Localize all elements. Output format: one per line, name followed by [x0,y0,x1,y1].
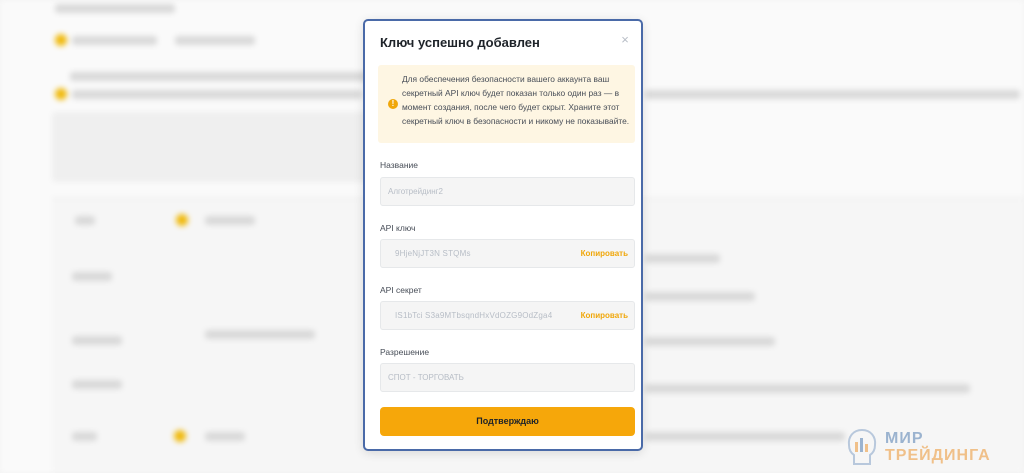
bg-radio-label [72,36,157,45]
bg-radio-label [175,36,255,45]
brain-candles-icon [847,428,877,465]
bg-info-panel [52,112,382,182]
bg-table-cell [645,432,845,441]
bg-checkbox-icon [55,88,67,100]
name-value: Алготрейдинг2 [388,187,443,196]
bg-radio-icon [55,34,67,46]
api-key-field[interactable]: 9HjeNjJT3N STQMs Копировать [380,239,635,268]
bg-table-cell [72,432,97,441]
warning-text: Для обеспечения безопасности вашего акка… [402,74,630,126]
name-label: Название [380,160,418,170]
key-added-modal: Ключ успешно добавлен × ! Для обеспечени… [363,19,643,451]
bg-table-icon [176,214,188,226]
bg-table-cell [645,384,970,393]
watermark-text-line2: ТРЕЙДИНГА [885,447,991,464]
bg-table-cell [645,337,775,346]
bg-table-cell [645,292,755,301]
bg-option-text [70,72,370,81]
security-warning: ! Для обеспечения безопасности вашего ак… [378,65,635,143]
api-secret-value: IS1bTci S3a9MTbsqndHxVdOZG9OdZga4 [395,311,553,320]
close-icon[interactable]: × [617,32,633,48]
bg-table-cell [645,254,720,263]
permission-value: СПОТ - ТОРГОВАТЬ [388,373,464,382]
bg-option-text [645,90,1020,99]
exclamation-circle-icon: ! [388,99,398,109]
api-secret-label: API секрет [380,285,422,295]
name-field[interactable]: Алготрейдинг2 [380,177,635,206]
copy-api-key-button[interactable]: Копировать [581,249,628,258]
bg-table-header [205,216,255,225]
bg-table-icon [174,430,186,442]
bg-table-cell [72,380,122,389]
bg-option-text [72,90,362,99]
api-key-value: 9HjeNjJT3N STQMs [395,249,471,258]
permission-label: Разрешение [380,347,430,357]
confirm-button[interactable]: Подтверждаю [380,407,635,436]
copy-api-secret-button[interactable]: Копировать [581,311,628,320]
bg-heading [55,4,175,13]
api-secret-field[interactable]: IS1bTci S3a9MTbsqndHxVdOZG9OdZga4 Копиро… [380,301,635,330]
watermark-text-line1: МИР [885,430,924,447]
bg-table-cell [72,272,112,281]
bg-table-cell [205,432,245,441]
bg-table-header [75,216,95,225]
watermark-logo: МИР ТРЕЙДИНГА [845,428,1005,468]
modal-title: Ключ успешно добавлен [380,35,540,50]
api-key-label: API ключ [380,223,416,233]
permission-field[interactable]: СПОТ - ТОРГОВАТЬ [380,363,635,392]
bg-table-cell [72,336,122,345]
bg-table-cell [205,330,315,339]
